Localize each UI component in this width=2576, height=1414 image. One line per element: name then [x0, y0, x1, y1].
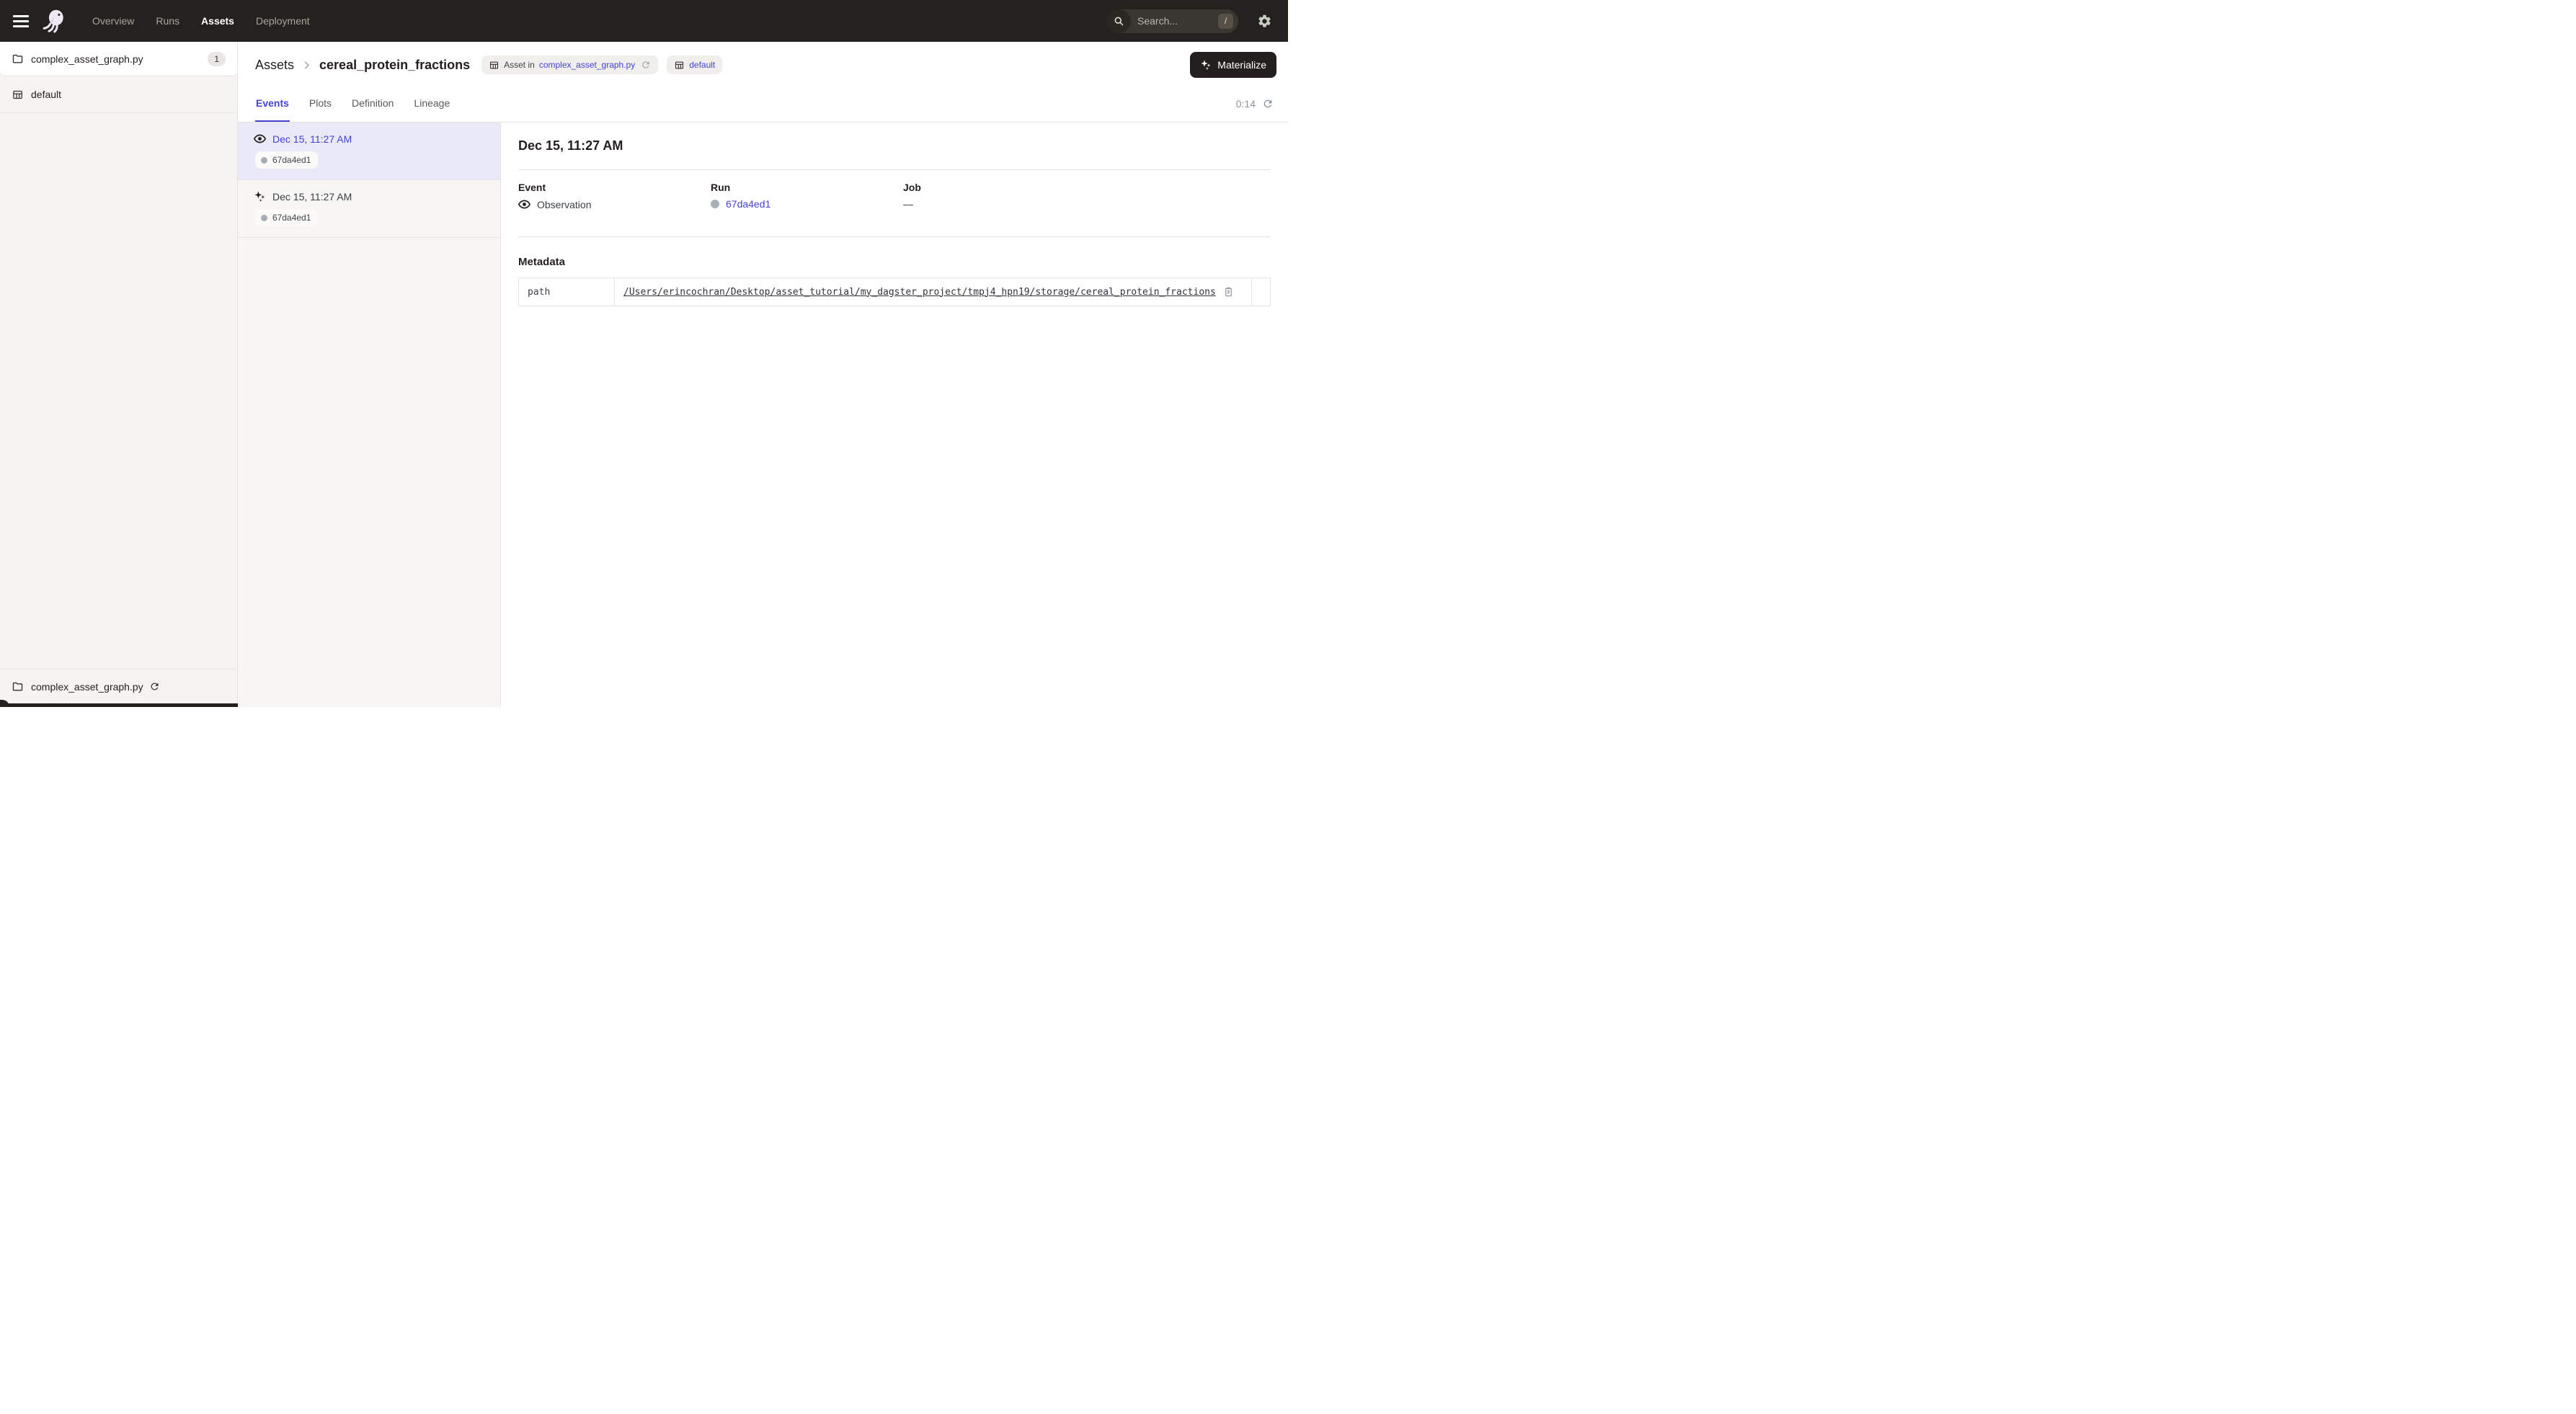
events-split-view: Dec 15, 11:27 AM 67da4ed1: [238, 123, 1288, 707]
hamburger-menu-icon[interactable]: [13, 15, 29, 27]
run-id-label: 67da4ed1: [272, 155, 311, 165]
sparkle-icon: [1200, 59, 1212, 71]
materialize-button[interactable]: Materialize: [1190, 52, 1276, 78]
event-detail-pane: Dec 15, 11:27 AM Event Observation: [501, 123, 1288, 707]
run-id-tag[interactable]: 67da4ed1: [255, 209, 318, 226]
search-box[interactable]: /: [1107, 9, 1238, 33]
page-title: cereal_protein_fractions: [319, 58, 470, 73]
asset-table-icon: [489, 60, 499, 71]
tab-definition[interactable]: Definition: [351, 85, 394, 122]
run-id-link[interactable]: 67da4ed1: [726, 198, 770, 210]
asset-location-link[interactable]: complex_asset_graph.py: [539, 60, 635, 70]
bottom-overlay-edge: [0, 703, 238, 707]
top-nav: Overview Runs Assets Deployment /: [0, 0, 1288, 42]
metadata-heading: Metadata: [518, 256, 1271, 268]
run-status-dot: [261, 157, 267, 164]
group-label: default: [31, 89, 61, 100]
tab-plots[interactable]: Plots: [308, 85, 332, 122]
fact-job: Job —: [903, 182, 1271, 210]
nav-item-overview[interactable]: Overview: [92, 15, 134, 27]
metadata-table: path /Users/erincochran/Desktop/asset_tu…: [518, 277, 1271, 306]
search-shortcut-key: /: [1218, 14, 1233, 29]
eye-icon: [254, 133, 266, 145]
event-detail-title: Dec 15, 11:27 AM: [518, 138, 1271, 154]
eye-icon: [518, 198, 530, 210]
tab-lineage[interactable]: Lineage: [413, 85, 450, 122]
run-status-dot: [711, 200, 719, 208]
group-tag[interactable]: default: [667, 55, 722, 74]
event-timestamp: Dec 15, 11:27 AM: [272, 191, 352, 203]
nav-item-runs[interactable]: Runs: [156, 15, 179, 27]
event-type-value: Observation: [537, 199, 591, 210]
asset-location-tag[interactable]: Asset in complex_asset_graph.py: [481, 55, 658, 74]
folder-icon: [12, 680, 24, 693]
nav-item-assets[interactable]: Assets: [201, 15, 234, 27]
run-status-dot: [261, 215, 267, 221]
sidebar-item-group-default[interactable]: default: [0, 76, 237, 113]
dagster-logo-icon[interactable]: [42, 8, 68, 34]
search-input[interactable]: [1137, 15, 1202, 27]
refresh-icon[interactable]: [1262, 98, 1274, 110]
job-label: Job: [903, 182, 1271, 193]
event-list-item-observation[interactable]: Dec 15, 11:27 AM 67da4ed1: [238, 123, 500, 180]
run-id-label: 67da4ed1: [272, 213, 311, 223]
metadata-key: path: [519, 278, 615, 306]
breadcrumb: Assets cereal_protein_fractions: [255, 58, 470, 73]
breadcrumb-assets-link[interactable]: Assets: [255, 58, 294, 73]
sidebar-footer: complex_asset_graph.py: [0, 669, 237, 703]
copy-icon[interactable]: [1223, 286, 1234, 298]
header-tags: Asset in complex_asset_graph.py default: [481, 55, 722, 74]
materialize-label: Materialize: [1217, 59, 1266, 71]
left-sidebar: complex_asset_graph.py 1 default complex…: [0, 42, 238, 707]
auto-refresh: 0:14: [1236, 85, 1274, 122]
metadata-path-link[interactable]: /Users/erincochran/Desktop/asset_tutoria…: [623, 287, 1216, 298]
search-icon: [1107, 9, 1131, 33]
asset-group-icon: [674, 60, 685, 71]
primary-nav: Overview Runs Assets Deployment: [92, 15, 310, 27]
run-label: Run: [711, 182, 903, 193]
folder-icon: [12, 53, 24, 65]
footer-code-location-label: complex_asset_graph.py: [31, 681, 143, 693]
refresh-countdown: 0:14: [1236, 98, 1256, 110]
tab-bar: Events Plots Definition Lineage 0:14: [238, 85, 1288, 123]
sidebar-item-code-location[interactable]: complex_asset_graph.py 1: [0, 42, 237, 76]
reload-definitions-icon[interactable]: [641, 60, 651, 70]
reload-location-icon[interactable]: [149, 681, 160, 692]
event-list-item-materialization[interactable]: Dec 15, 11:27 AM 67da4ed1: [238, 180, 500, 238]
asset-in-prefix: Asset in: [504, 60, 535, 70]
nav-item-deployment[interactable]: Deployment: [256, 15, 310, 27]
run-id-tag[interactable]: 67da4ed1: [255, 151, 318, 169]
group-tag-link[interactable]: default: [689, 60, 715, 70]
nav-right-cluster: /: [1107, 9, 1275, 33]
gear-icon[interactable]: [1257, 14, 1272, 29]
page-header: Assets cereal_protein_fractions Asset in…: [238, 42, 1288, 78]
event-list: Dec 15, 11:27 AM 67da4ed1: [238, 123, 501, 707]
divider: [518, 169, 1271, 170]
main-content: Assets cereal_protein_fractions Asset in…: [238, 42, 1288, 707]
event-facts: Event Observation Run: [518, 182, 1271, 210]
metadata-value-cell: /Users/erincochran/Desktop/asset_tutoria…: [615, 278, 1252, 306]
asset-count-badge: 1: [208, 52, 226, 66]
job-value: —: [903, 198, 913, 210]
tab-events[interactable]: Events: [255, 85, 290, 122]
fact-run: Run 67da4ed1: [711, 182, 903, 210]
divider: [518, 236, 1271, 237]
chevron-right-icon: [301, 60, 312, 71]
fact-event: Event Observation: [518, 182, 711, 210]
asset-group-icon: [12, 89, 24, 101]
sparkle-icon: [254, 190, 266, 203]
metadata-empty-cell: [1252, 278, 1271, 306]
event-timestamp: Dec 15, 11:27 AM: [272, 133, 352, 145]
code-location-label: complex_asset_graph.py: [31, 53, 143, 65]
metadata-row: path /Users/erincochran/Desktop/asset_tu…: [519, 278, 1271, 306]
event-label: Event: [518, 182, 711, 193]
